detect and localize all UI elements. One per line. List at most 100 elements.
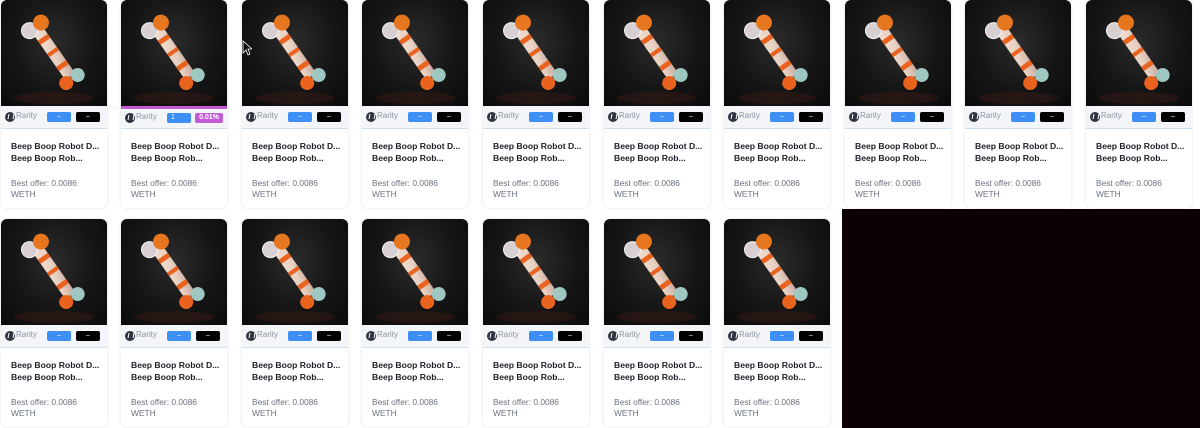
nft-card[interactable]: Rarity – – Beep Boop Robot D... Beep Boo… <box>362 0 468 208</box>
rarity-percent-badge: – <box>679 331 703 341</box>
nft-name[interactable]: Beep Boop Robot D... Beep Boop Rob... <box>493 140 585 164</box>
bone-artwork-icon <box>858 14 938 104</box>
best-offer: Best offer: 0.0086 WETH <box>493 178 585 200</box>
rarity-label: Rarity <box>980 111 1001 120</box>
rarity-icon <box>608 112 618 122</box>
rarity-rank-badge: – <box>770 331 794 341</box>
nft-thumbnail[interactable] <box>362 219 468 325</box>
nft-name[interactable]: Beep Boop Robot D... Beep Boop Rob... <box>493 359 585 383</box>
bone-artwork-icon <box>375 233 455 323</box>
nft-card[interactable]: Rarity – – Beep Boop Robot D... Beep Boo… <box>724 219 830 427</box>
nft-name[interactable]: Beep Boop Robot D... Beep Boop Rob... <box>11 140 103 164</box>
nft-thumbnail[interactable] <box>483 0 589 106</box>
nft-name[interactable]: Beep Boop Robot D... Beep Boop Rob... <box>372 359 464 383</box>
nft-card[interactable]: Rarity – – Beep Boop Robot D... Beep Boo… <box>1086 0 1192 208</box>
rarity-icon <box>366 112 376 122</box>
nft-thumbnail[interactable] <box>242 219 348 325</box>
nft-card[interactable]: Rarity 1 0.01% Beep Boop Robot D... Beep… <box>121 0 227 208</box>
nft-name[interactable]: Beep Boop Robot D... Beep Boop Rob... <box>855 140 947 164</box>
nft-thumbnail[interactable] <box>121 0 227 106</box>
nft-card[interactable]: Rarity – – Beep Boop Robot D... Beep Boo… <box>845 0 951 208</box>
nft-card[interactable]: Rarity – – Beep Boop Robot D... Beep Boo… <box>242 0 348 208</box>
best-offer: Best offer: 0.0086 WETH <box>614 397 706 419</box>
rarity-icon <box>849 112 859 122</box>
rarity-label: Rarity <box>377 330 398 339</box>
rarity-label: Rarity <box>257 111 278 120</box>
nft-card[interactable]: Rarity – – Beep Boop Robot D... Beep Boo… <box>483 219 589 427</box>
rarity-label: Rarity <box>136 112 157 121</box>
nft-collection-line: Beep Boop Rob... <box>493 372 565 382</box>
nft-thumbnail[interactable] <box>483 219 589 325</box>
nft-thumbnail[interactable] <box>121 219 227 325</box>
best-offer-currency: WETH <box>614 408 639 418</box>
nft-card[interactable]: Rarity – – Beep Boop Robot D... Beep Boo… <box>362 219 468 427</box>
nft-collection-line: Beep Boop Rob... <box>855 153 927 163</box>
rarity-bar: Rarity – – <box>724 325 830 348</box>
nft-name-line: Beep Boop Robot D... <box>975 141 1064 151</box>
rarity-bar: Rarity – – <box>604 325 710 348</box>
rarity-rank-badge: – <box>529 112 553 122</box>
nft-thumbnail[interactable] <box>724 219 830 325</box>
nft-name[interactable]: Beep Boop Robot D... Beep Boop Rob... <box>252 359 344 383</box>
nft-card[interactable]: Rarity – – Beep Boop Robot D... Beep Boo… <box>604 0 710 208</box>
rarity-bar: Rarity – – <box>845 106 951 129</box>
nft-thumbnail[interactable] <box>1086 0 1192 106</box>
rarity-label: Rarity <box>16 330 37 339</box>
rarity-bar: Rarity – – <box>604 106 710 129</box>
nft-name[interactable]: Beep Boop Robot D... Beep Boop Rob... <box>1096 140 1188 164</box>
nft-thumbnail[interactable] <box>965 0 1071 106</box>
nft-collection-line: Beep Boop Rob... <box>975 153 1047 163</box>
rarity-label: Rarity <box>257 330 278 339</box>
rarity-bar: Rarity – – <box>362 325 468 348</box>
rarity-percent-badge: 0.01% <box>195 113 223 123</box>
nft-card[interactable]: Rarity – – Beep Boop Robot D... Beep Boo… <box>483 0 589 208</box>
nft-thumbnail[interactable] <box>604 219 710 325</box>
nft-name[interactable]: Beep Boop Robot D... Beep Boop Rob... <box>975 140 1067 164</box>
rarity-rank-badge: – <box>408 112 432 122</box>
nft-collection-line: Beep Boop Rob... <box>614 153 686 163</box>
nft-thumbnail[interactable] <box>724 0 830 106</box>
nft-name[interactable]: Beep Boop Robot D... Beep Boop Rob... <box>614 359 706 383</box>
nft-card[interactable]: Rarity – – Beep Boop Robot D... Beep Boo… <box>965 0 1071 208</box>
nft-card[interactable]: Rarity – – Beep Boop Robot D... Beep Boo… <box>242 219 348 427</box>
best-offer-currency: WETH <box>252 189 277 199</box>
nft-name-line: Beep Boop Robot D... <box>493 141 582 151</box>
nft-thumbnail[interactable] <box>845 0 951 106</box>
nft-name-line: Beep Boop Robot D... <box>493 360 582 370</box>
rarity-icon <box>1090 112 1100 122</box>
nft-thumbnail[interactable] <box>362 0 468 106</box>
best-offer-value: Best offer: 0.0086 <box>975 178 1041 188</box>
nft-thumbnail[interactable] <box>604 0 710 106</box>
nft-name-line: Beep Boop Robot D... <box>734 360 823 370</box>
nft-card[interactable]: Rarity – – Beep Boop Robot D... Beep Boo… <box>1 0 107 208</box>
nft-card[interactable]: Rarity – – Beep Boop Robot D... Beep Boo… <box>1 219 107 427</box>
rarity-icon <box>487 331 497 341</box>
nft-name[interactable]: Beep Boop Robot D... Beep Boop Rob... <box>131 359 223 383</box>
rarity-bar: Rarity – – <box>724 106 830 129</box>
nft-thumbnail[interactable] <box>242 0 348 106</box>
nft-name[interactable]: Beep Boop Robot D... Beep Boop Rob... <box>252 140 344 164</box>
nft-name[interactable]: Beep Boop Robot D... Beep Boop Rob... <box>614 140 706 164</box>
rarity-percent-badge: – <box>1040 112 1064 122</box>
nft-card[interactable]: Rarity – – Beep Boop Robot D... Beep Boo… <box>604 219 710 427</box>
best-offer: Best offer: 0.0086 WETH <box>372 397 464 419</box>
best-offer: Best offer: 0.0086 WETH <box>252 178 344 200</box>
rarity-rank-badge: – <box>650 112 674 122</box>
nft-card[interactable]: Rarity – – Beep Boop Robot D... Beep Boo… <box>724 0 830 208</box>
nft-collection-line: Beep Boop Rob... <box>252 372 324 382</box>
nft-card[interactable]: Rarity – – Beep Boop Robot D... Beep Boo… <box>121 219 227 427</box>
rarity-bar: Rarity – – <box>483 106 589 129</box>
rarity-bar: Rarity – – <box>1 325 107 348</box>
nft-name[interactable]: Beep Boop Robot D... Beep Boop Rob... <box>734 359 826 383</box>
nft-name[interactable]: Beep Boop Robot D... Beep Boop Rob... <box>734 140 826 164</box>
rarity-percent-badge: – <box>799 112 823 122</box>
nft-thumbnail[interactable] <box>1 0 107 106</box>
rarity-label: Rarity <box>619 111 640 120</box>
nft-name[interactable]: Beep Boop Robot D... Beep Boop Rob... <box>372 140 464 164</box>
nft-name[interactable]: Beep Boop Robot D... Beep Boop Rob... <box>11 359 103 383</box>
nft-name[interactable]: Beep Boop Robot D... Beep Boop Rob... <box>131 140 223 164</box>
nft-thumbnail[interactable] <box>1 219 107 325</box>
nft-name-line: Beep Boop Robot D... <box>614 141 703 151</box>
rarity-label: Rarity <box>1101 111 1122 120</box>
best-offer-currency: WETH <box>493 189 518 199</box>
